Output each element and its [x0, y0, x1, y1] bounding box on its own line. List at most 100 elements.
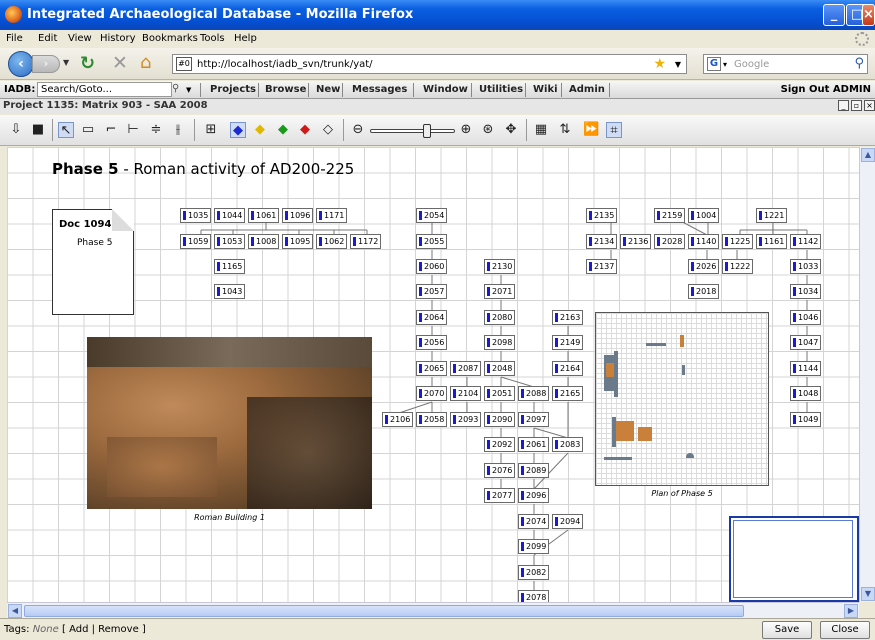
scroll-up-icon[interactable]: ▲ — [861, 148, 875, 162]
context-node[interactable]: 2099 — [518, 539, 549, 554]
context-node[interactable]: 2018 — [688, 284, 719, 299]
context-node[interactable]: 1161 — [756, 234, 787, 249]
context-node[interactable]: 2060 — [416, 259, 447, 274]
window-close-icon[interactable]: × — [864, 100, 875, 111]
stop-icon[interactable]: ✕ — [112, 52, 128, 74]
context-node[interactable]: 2093 — [450, 412, 481, 427]
excavation-photo[interactable] — [87, 337, 372, 509]
color-blue-icon[interactable]: ◆ — [230, 122, 246, 138]
layout-icon[interactable]: ⊞ — [203, 122, 219, 138]
context-node[interactable]: 2078 — [518, 590, 549, 602]
tags-actions[interactable]: [ Add | Remove ] — [62, 624, 146, 635]
context-node[interactable]: 1004 — [688, 208, 719, 223]
context-node[interactable]: 1061 — [248, 208, 279, 223]
search-engine-dropdown-icon[interactable]: ▾ — [723, 60, 727, 69]
search-placeholder[interactable]: Google — [734, 59, 769, 70]
context-node[interactable]: 1140 — [688, 234, 719, 249]
url-bar[interactable]: #0 http://localhost/iadb_svn/trunk/yat/ … — [172, 54, 687, 74]
context-node[interactable]: 1033 — [790, 259, 821, 274]
context-node[interactable]: 2083 — [552, 437, 583, 452]
fast-forward-icon[interactable]: ⏩ — [583, 122, 599, 138]
pan-icon[interactable]: ✥ — [503, 122, 519, 138]
context-node[interactable]: 2163 — [552, 310, 583, 325]
export-icon[interactable]: ⇩ — [8, 122, 24, 138]
overview-minimap[interactable] — [729, 516, 859, 602]
app-menu-new[interactable]: New — [316, 84, 340, 95]
context-node[interactable]: 1222 — [722, 259, 753, 274]
context-node[interactable]: 2164 — [552, 361, 583, 376]
context-node[interactable]: 1035 — [180, 208, 211, 223]
context-node[interactable]: 2028 — [654, 234, 685, 249]
context-node[interactable]: 1165 — [214, 259, 245, 274]
context-node[interactable]: 2071 — [484, 284, 515, 299]
site-plan-image[interactable] — [595, 312, 769, 486]
context-node[interactable]: 2136 — [620, 234, 651, 249]
context-node[interactable]: 1048 — [790, 386, 821, 401]
scroll-left-icon[interactable]: ◀ — [8, 604, 22, 618]
menu-help[interactable]: Help — [234, 33, 257, 44]
context-node[interactable]: 2064 — [416, 310, 447, 325]
menu-file[interactable]: File — [6, 33, 23, 44]
context-node[interactable]: 2080 — [484, 310, 515, 325]
save-button[interactable]: Save — [762, 621, 812, 639]
add-node-icon[interactable]: ▭ — [80, 122, 96, 138]
url-text[interactable]: http://localhost/iadb_svn/trunk/yat/ — [197, 59, 373, 70]
menu-edit[interactable]: Edit — [38, 33, 57, 44]
zoom-slider-thumb[interactable] — [423, 124, 431, 138]
sign-out-link[interactable]: Sign Out ADMIN — [781, 84, 871, 95]
url-dropdown-icon[interactable]: ▼ — [675, 60, 681, 69]
context-node[interactable]: 1096 — [282, 208, 313, 223]
zoom-slider[interactable] — [370, 129, 455, 133]
zoom-fit-icon[interactable]: ⊛ — [480, 122, 496, 138]
context-node[interactable]: 1043 — [214, 284, 245, 299]
app-menu-window[interactable]: Window — [423, 84, 468, 95]
horizontal-scrollbar[interactable]: ◀ ▶ — [7, 602, 859, 618]
context-node[interactable]: 1034 — [790, 284, 821, 299]
context-node[interactable]: 1049 — [790, 412, 821, 427]
context-node[interactable]: 2159 — [654, 208, 685, 223]
context-node[interactable]: 2055 — [416, 234, 447, 249]
color-yellow-icon[interactable]: ◆ — [252, 122, 268, 138]
context-node[interactable]: 2051 — [484, 386, 515, 401]
context-node[interactable]: 1221 — [756, 208, 787, 223]
scroll-right-icon[interactable]: ▶ — [844, 604, 858, 618]
color-none-icon[interactable]: ◇ — [320, 122, 336, 138]
split-vertical-icon[interactable]: ⫲ — [170, 122, 186, 138]
color-red-icon[interactable]: ◆ — [297, 122, 313, 138]
matrix-canvas[interactable]: Phase 5 - Roman activity of AD200-225 Do… — [7, 147, 859, 602]
goto-dropdown-icon[interactable]: ▼ — [186, 86, 191, 94]
save-icon[interactable]: ■ — [30, 122, 46, 138]
context-node[interactable]: 2104 — [450, 386, 481, 401]
horizontal-scroll-thumb[interactable] — [24, 605, 744, 617]
context-node[interactable]: 2165 — [552, 386, 583, 401]
context-node[interactable]: 1172 — [350, 234, 381, 249]
context-node[interactable]: 2057 — [416, 284, 447, 299]
fit-width-icon[interactable]: ⊢ — [125, 122, 141, 138]
context-node[interactable]: 2026 — [688, 259, 719, 274]
context-node[interactable]: 1046 — [790, 310, 821, 325]
context-node[interactable]: 2082 — [518, 565, 549, 580]
app-menu-wiki[interactable]: Wiki — [533, 84, 558, 95]
context-node[interactable]: 2130 — [484, 259, 515, 274]
context-node[interactable]: 2076 — [484, 463, 515, 478]
close-button[interactable]: Close — [820, 621, 870, 639]
context-node[interactable]: 2054 — [416, 208, 447, 223]
app-menu-admin[interactable]: Admin — [569, 84, 605, 95]
app-menu-messages[interactable]: Messages — [352, 84, 407, 95]
snap-icon[interactable]: ⇅ — [557, 122, 573, 138]
context-node[interactable]: 1095 — [282, 234, 313, 249]
context-node[interactable]: 2058 — [416, 412, 447, 427]
goto-search-icon[interactable]: ⚲ — [172, 83, 179, 94]
menu-history[interactable]: History — [100, 33, 136, 44]
overview-icon[interactable]: ⌗ — [606, 122, 622, 138]
split-horizontal-icon[interactable]: ≑ — [148, 122, 164, 138]
select-pointer-icon[interactable]: ↖ — [58, 122, 74, 138]
context-node[interactable]: 1171 — [316, 208, 347, 223]
google-icon[interactable]: G — [707, 57, 721, 71]
context-node[interactable]: 2048 — [484, 361, 515, 376]
context-node[interactable]: 2077 — [484, 488, 515, 503]
context-node[interactable]: 2134 — [586, 234, 617, 249]
context-node[interactable]: 2149 — [552, 335, 583, 350]
context-node[interactable]: 2096 — [518, 488, 549, 503]
minimize-button[interactable]: _ — [823, 4, 845, 26]
